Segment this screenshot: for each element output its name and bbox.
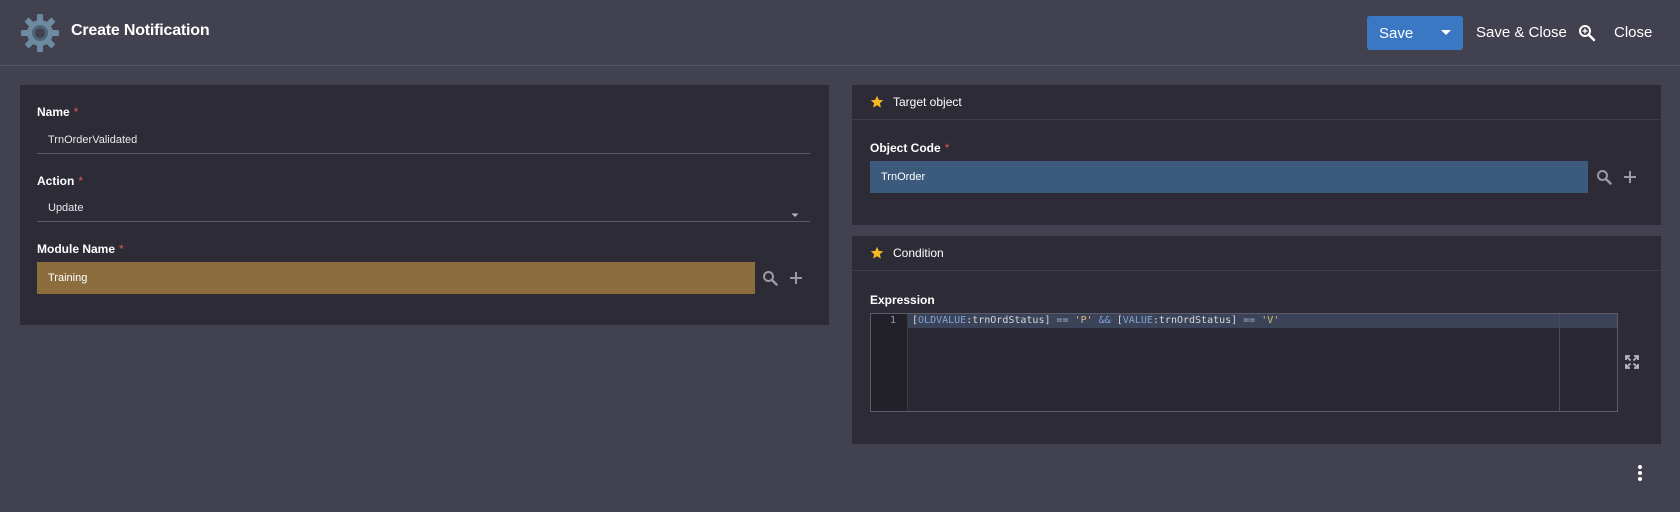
caret-down-icon[interactable]	[1429, 16, 1463, 50]
add-icon[interactable]	[1622, 169, 1638, 185]
top-bar: Create Notification Save Save & Close Cl…	[0, 0, 1680, 66]
code-token: :trnOrdStatus]	[966, 315, 1057, 326]
condition-panel: Condition Expression 1 [OLDVALUE:trnOrdS…	[852, 236, 1661, 444]
object-code-label: Object Code *	[870, 141, 949, 155]
general-form-panel: Name * TrnOrderValidated Action * Update M…	[20, 85, 829, 325]
save-and-close-button[interactable]: Save & Close	[1476, 24, 1567, 41]
code-token: ==	[1056, 315, 1069, 326]
target-object-panel: Target object Object Code * TrnOrder	[852, 85, 1661, 225]
search-icon[interactable]	[762, 270, 778, 286]
search-icon[interactable]	[1596, 169, 1612, 185]
required-marker: *	[78, 174, 84, 188]
save-button[interactable]: Save	[1367, 25, 1429, 42]
name-label-text: Name	[37, 105, 70, 119]
save-button-group[interactable]: Save	[1367, 16, 1463, 50]
expand-icon[interactable]	[1624, 354, 1640, 370]
section-title: Condition	[893, 246, 944, 260]
expression-editor[interactable]: 1 [OLDVALUE:trnOrdStatus] == 'P' && [VAL…	[870, 313, 1618, 412]
code-token: [	[1110, 315, 1123, 326]
code-token: ==	[1243, 315, 1256, 326]
action-label: Action *	[37, 174, 83, 188]
required-marker: *	[73, 105, 79, 119]
module-name-input[interactable]: Training	[37, 262, 755, 294]
add-icon[interactable]	[788, 270, 804, 286]
module-name-label: Module Name *	[37, 242, 124, 256]
name-input[interactable]: TrnOrderValidated	[37, 126, 810, 154]
gear-icon	[20, 13, 60, 53]
chevron-down-icon[interactable]	[791, 205, 801, 217]
code-token: VALUE	[1122, 315, 1153, 326]
editor-ruler	[1559, 314, 1560, 411]
line-gutter: 1	[871, 314, 908, 411]
code-token: 'P'	[1074, 315, 1093, 326]
object-code-input[interactable]: TrnOrder	[870, 161, 1588, 193]
code-token: &&	[1098, 315, 1111, 326]
more-options-icon[interactable]	[1632, 464, 1648, 482]
star-icon	[870, 246, 884, 260]
code-token: OLDVALUE	[918, 315, 967, 326]
action-label-text: Action	[37, 174, 75, 188]
page-title: Create Notification	[71, 22, 210, 39]
target-object-header[interactable]: Target object	[852, 85, 1661, 120]
code-token: :trnOrdStatus]	[1152, 315, 1244, 326]
star-icon	[870, 95, 884, 109]
module-name-label-text: Module Name	[37, 242, 116, 256]
required-marker: *	[944, 141, 950, 155]
code-token: 'V'	[1261, 315, 1280, 326]
action-select[interactable]: Update	[37, 194, 810, 222]
code-line[interactable]: [OLDVALUE:trnOrdStatus] == 'P' && [VALUE…	[912, 315, 1279, 326]
section-title: Target object	[893, 95, 962, 109]
condition-header[interactable]: Condition	[852, 236, 1661, 271]
line-number: 1	[889, 315, 896, 326]
object-code-label-text: Object Code	[870, 141, 941, 155]
expression-label: Expression	[870, 293, 935, 307]
zoom-search-icon[interactable]	[1578, 24, 1598, 44]
close-button[interactable]: Close	[1614, 24, 1652, 41]
required-marker: *	[119, 242, 124, 256]
name-label: Name *	[37, 105, 78, 119]
